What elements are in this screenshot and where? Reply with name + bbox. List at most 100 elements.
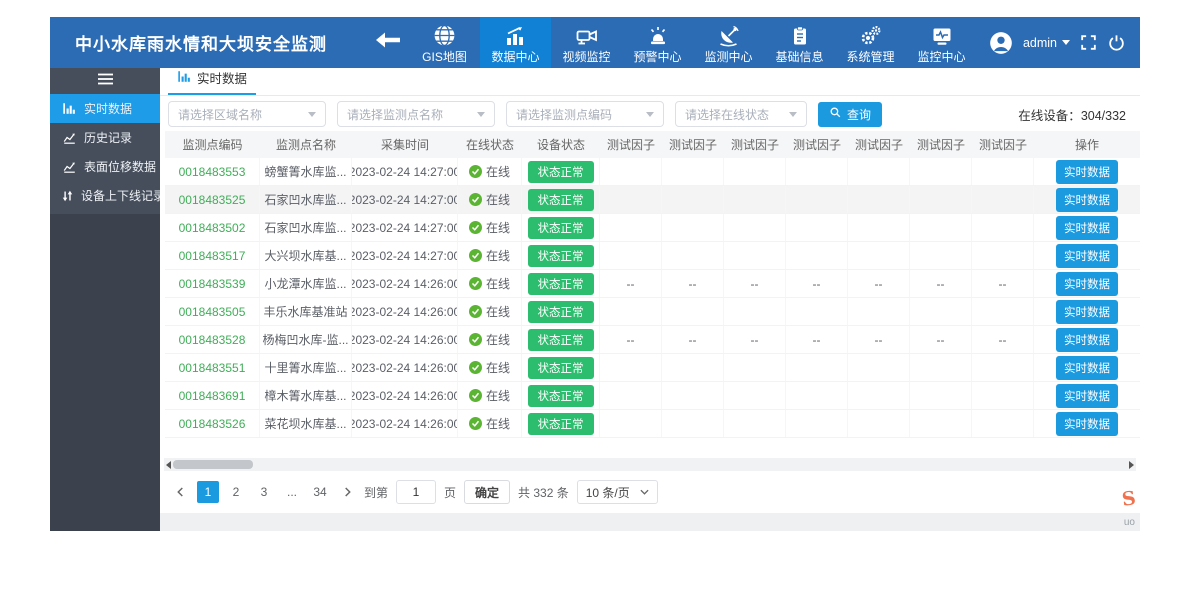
test-factor-cell <box>910 382 972 409</box>
test-factor-cell: -- <box>848 326 910 353</box>
back-button[interactable] <box>375 31 401 54</box>
select-placeholder: 请选择在线状态 <box>685 106 769 123</box>
back-arrow-icon <box>375 31 401 54</box>
online-status-label: 在线 <box>486 275 510 292</box>
search-button[interactable]: 查询 <box>818 102 882 127</box>
power-button[interactable] <box>1107 33 1126 52</box>
action-cell: 实时数据 <box>1034 354 1140 381</box>
test-factor-cell <box>600 354 662 381</box>
station-name-cell: 十里箐水库监... <box>260 354 352 381</box>
nav-item-data-center[interactable]: 数据中心 <box>480 17 551 68</box>
test-factor-cell <box>662 186 724 213</box>
select-placeholder: 请选择监测点名称 <box>347 106 443 123</box>
online-status-cell: 在线 <box>458 326 522 353</box>
nav-item-warning[interactable]: 预警中心 <box>622 17 693 68</box>
device-status-cell: 状态正常 <box>522 354 600 381</box>
column-header: 操作 <box>1034 131 1140 158</box>
nav-item-monitoring[interactable]: 监测中心 <box>693 17 764 68</box>
nav-item-video[interactable]: 视频监控 <box>551 17 622 68</box>
test-factor-cell <box>910 214 972 241</box>
realtime-data-button[interactable]: 实时数据 <box>1056 328 1118 352</box>
page-number-34[interactable]: 34 <box>309 481 331 503</box>
filter-select-status[interactable]: 请选择在线状态 <box>675 101 807 127</box>
tab-realtime-data[interactable]: 实时数据 <box>168 68 256 95</box>
nav-item-control[interactable]: 监控中心 <box>906 17 977 68</box>
test-factor-cell <box>600 298 662 325</box>
page-size-select[interactable]: 10 条/页 <box>577 480 658 504</box>
check-circle-icon <box>469 165 482 178</box>
prev-page-button[interactable] <box>172 486 189 498</box>
check-circle-icon <box>469 249 482 262</box>
test-factor-cell <box>786 158 848 185</box>
online-status-label: 在线 <box>486 163 510 180</box>
sidebar-item-device-log[interactable]: 设备上下线记录 <box>50 181 160 210</box>
realtime-data-button[interactable]: 实时数据 <box>1056 160 1118 184</box>
check-circle-icon <box>469 389 482 402</box>
sidebar-item-realtime[interactable]: 实时数据 <box>50 94 160 123</box>
realtime-data-button[interactable]: 实时数据 <box>1056 244 1118 268</box>
scroll-right-arrow-icon[interactable] <box>1129 461 1134 469</box>
page-number-3[interactable]: 3 <box>253 481 275 503</box>
table-row: 0018483502石家凹水库监...2023-02-24 14:27:00在线… <box>165 214 1140 242</box>
page-number-1[interactable]: 1 <box>197 481 219 503</box>
page-number-2[interactable]: 2 <box>225 481 247 503</box>
device-status-cell: 状态正常 <box>522 214 600 241</box>
video-camera-icon <box>575 21 599 48</box>
realtime-data-button[interactable]: 实时数据 <box>1056 216 1118 240</box>
nav-item-gis[interactable]: GIS地图 <box>409 17 480 68</box>
realtime-data-button[interactable]: 实时数据 <box>1056 384 1118 408</box>
test-factor-cell <box>724 410 786 437</box>
navbar-right: admin <box>988 17 1140 68</box>
scroll-left-arrow-icon[interactable] <box>166 461 171 469</box>
sidebar-item-displacement[interactable]: 表面位移数据 <box>50 152 160 181</box>
test-factor-cell <box>662 242 724 269</box>
fullscreen-button[interactable] <box>1079 33 1098 52</box>
test-factor-cell <box>848 158 910 185</box>
online-status-cell: 在线 <box>458 270 522 297</box>
chevron-down-icon <box>1062 40 1070 45</box>
next-page-button[interactable] <box>339 486 356 498</box>
filter-select-station[interactable]: 请选择监测点名称 <box>337 101 495 127</box>
footer-corner-text: uo <box>1124 517 1135 528</box>
horizontal-scrollbar[interactable] <box>164 458 1136 471</box>
online-status-label: 在线 <box>486 331 510 348</box>
station-name-cell: 石家凹水库监... <box>260 214 352 241</box>
test-factor-cell <box>600 382 662 409</box>
bar-chart-icon <box>177 70 191 86</box>
menu-collapse-button[interactable] <box>50 68 160 94</box>
column-header: 测试因子 <box>910 131 972 158</box>
online-status-cell: 在线 <box>458 186 522 213</box>
page-title: 中小水库雨水情和大坝安全监测 <box>75 30 327 55</box>
station-code-cell: 0018483528 <box>165 326 260 353</box>
realtime-data-button[interactable]: 实时数据 <box>1056 412 1118 436</box>
goto-label: 到第 <box>364 484 388 501</box>
nav-item-label: 监测中心 <box>704 48 752 65</box>
station-code-cell: 0018483505 <box>165 298 260 325</box>
realtime-data-button[interactable]: 实时数据 <box>1056 272 1118 296</box>
nav-item-label: 预警中心 <box>633 48 681 65</box>
filter-select-code[interactable]: 请选择监测点编码 <box>506 101 664 127</box>
page-unit-label: 页 <box>444 484 456 501</box>
device-status-cell: 状态正常 <box>522 242 600 269</box>
confirm-button[interactable]: 确定 <box>464 480 510 504</box>
monitor-icon <box>930 21 954 48</box>
scrollbar-thumb[interactable] <box>173 460 253 469</box>
test-factor-cell: -- <box>972 270 1034 297</box>
test-factor-cell <box>848 298 910 325</box>
sidebar-item-history[interactable]: 历史记录 <box>50 123 160 152</box>
test-factor-cell: -- <box>786 270 848 297</box>
test-factor-cell <box>848 186 910 213</box>
user-menu[interactable]: admin <box>1023 36 1070 50</box>
nav-item-label: 数据中心 <box>491 48 539 65</box>
user-avatar-icon[interactable] <box>988 30 1014 56</box>
filter-select-region[interactable]: 请选择区域名称 <box>168 101 326 127</box>
realtime-data-button[interactable]: 实时数据 <box>1056 300 1118 324</box>
test-factor-cell <box>910 354 972 381</box>
goto-page-input[interactable] <box>396 480 436 504</box>
test-factor-cell <box>910 242 972 269</box>
realtime-data-button[interactable]: 实时数据 <box>1056 356 1118 380</box>
realtime-data-button[interactable]: 实时数据 <box>1056 188 1118 212</box>
nav-item-system[interactable]: 系统管理 <box>835 17 906 68</box>
test-factor-cell: -- <box>662 270 724 297</box>
nav-item-base-info[interactable]: 基础信息 <box>764 17 835 68</box>
